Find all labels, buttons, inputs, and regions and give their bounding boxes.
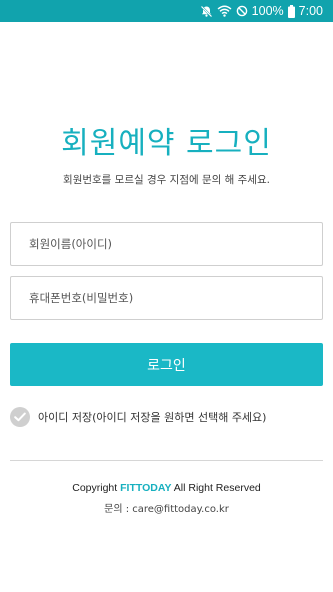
wifi-icon <box>217 5 232 17</box>
battery-icon <box>287 4 295 18</box>
status-bar: 100% 7:00 <box>0 0 333 22</box>
check-circle-icon[interactable] <box>10 407 30 427</box>
remember-id-checkbox[interactable]: 아이디 저장(아이디 저장을 원하면 선택해 주세요) <box>10 406 266 428</box>
phone-number-input[interactable] <box>10 276 323 320</box>
remember-id-label: 아이디 저장(아이디 저장을 원하면 선택해 주세요) <box>38 411 267 424</box>
copyright: Copyright FITTODAY All Right Reserved <box>0 482 333 494</box>
copyright-suffix: All Right Reserved <box>173 482 261 494</box>
divider <box>10 460 323 461</box>
login-button[interactable]: 로그인 <box>10 343 323 386</box>
page-subtitle: 회원번호를 모르실 경우 지점에 문의 해 주세요. <box>63 174 270 186</box>
battery-percent: 100% <box>251 4 284 18</box>
blocked-icon <box>236 5 248 17</box>
clock: 7:00 <box>298 4 323 18</box>
brand-name: FITTODAY <box>120 482 172 494</box>
mute-icon <box>200 5 213 18</box>
page-title: 회원예약 로그인 <box>61 126 272 161</box>
copyright-prefix: Copyright <box>72 482 118 494</box>
member-name-input[interactable] <box>10 222 323 266</box>
contact-email: 문의 : care@fittoday.co.kr <box>104 504 229 515</box>
